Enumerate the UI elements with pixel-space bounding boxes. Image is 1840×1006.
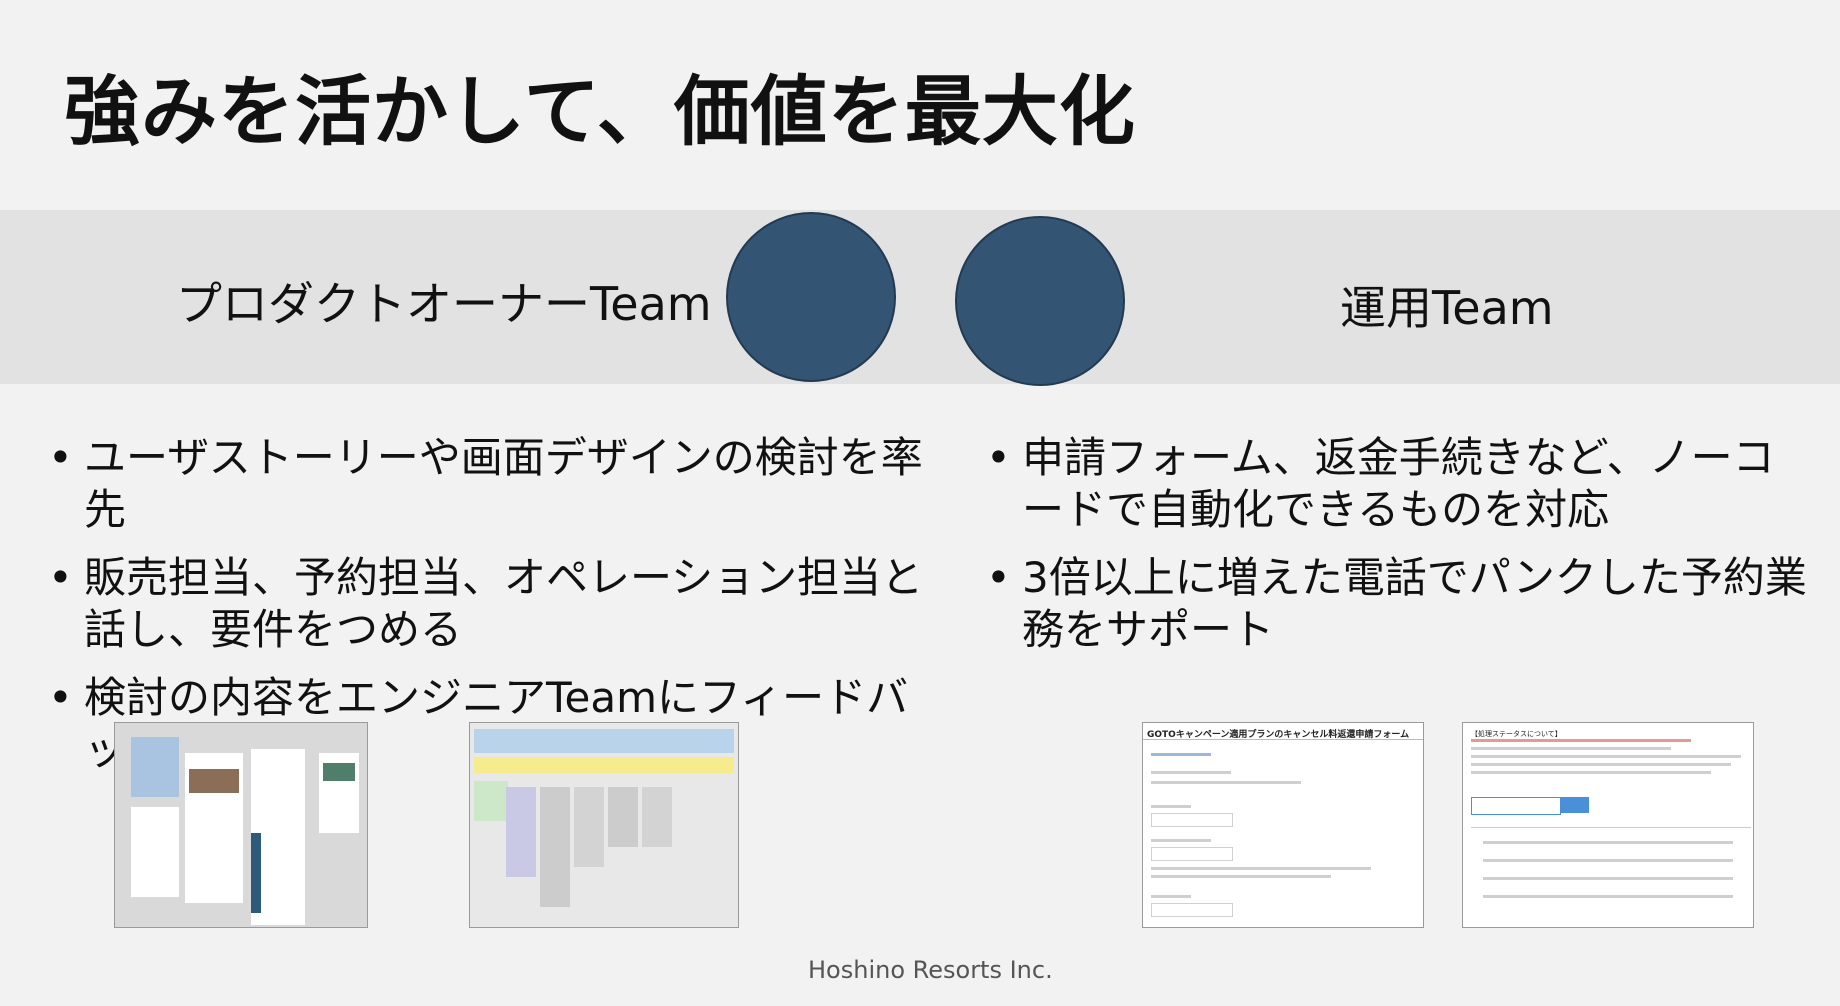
status-list-thumbnail: 【処理ステータスについて】 <box>1462 722 1754 928</box>
team-label-product-owner: プロダクトオーナーTeam <box>176 277 712 331</box>
status-note: 【処理ステータスについて】 <box>1471 730 1562 738</box>
bullet-item: 3倍以上に増えた電話でパンクした予約業務をサポート <box>986 552 1816 656</box>
slide-title: 強みを活かして、価値を最大化 <box>64 67 1136 156</box>
bullet-item: 販売担当、予約担当、オペレーション担当と話し、要件をつめる <box>48 552 928 656</box>
team-label-operations: 運用Team <box>1340 281 1554 335</box>
bullet-item: 申請フォーム、返金手続きなど、ノーコードで自動化できるものを対応 <box>986 432 1816 536</box>
circle-shape-right <box>955 216 1125 386</box>
footer-company: Hoshino Resorts Inc. <box>808 956 1053 984</box>
form-screenshot-thumbnail: GOTOキャンペーン適用プランのキャンセル料返還申請フォーム <box>1142 722 1424 928</box>
bullet-item: ユーザストーリーや画面デザインの検討を率先 <box>48 432 928 536</box>
kanban-board-thumbnail <box>469 722 739 928</box>
screen-design-thumbnail <box>114 722 368 928</box>
operations-bullet-list: 申請フォーム、返金手続きなど、ノーコードで自動化できるものを対応 3倍以上に増え… <box>986 432 1816 672</box>
circle-shape-left <box>726 212 896 382</box>
